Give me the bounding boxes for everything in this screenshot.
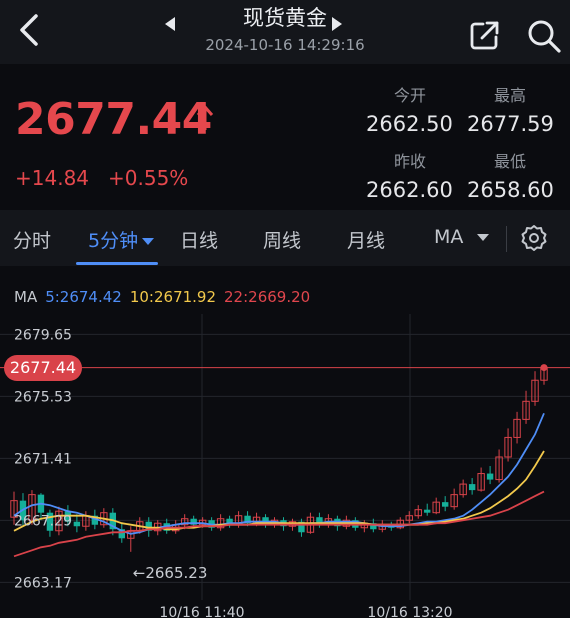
tab-5min[interactable]: 5分钟 [88, 226, 155, 253]
page-title: 现货黄金 [243, 6, 327, 30]
back-chevron-icon[interactable] [12, 10, 46, 50]
ma5-value: 5:2674.42 [45, 288, 122, 306]
settings-gear-icon[interactable] [520, 224, 548, 252]
current-price-tag: 2677.44 [4, 354, 82, 381]
high-value: 2677.59 [467, 112, 554, 136]
title-block: 现货黄金 2024-10-16 14:29:16 [150, 4, 420, 60]
share-icon[interactable] [468, 18, 502, 52]
tab-5min-label: 5分钟 [88, 230, 139, 252]
tab-timeshare[interactable]: 分时 [13, 226, 51, 253]
tab-monthly[interactable]: 月线 [347, 226, 385, 253]
up-arrow-icon [196, 105, 214, 130]
ma10-value: 10:2671.92 [129, 288, 217, 306]
candle-body [468, 484, 476, 491]
y-axis-label: 2667.29 [14, 513, 72, 529]
candle-body [73, 521, 81, 527]
x-axis-label: 10/16 11:40 [159, 605, 244, 618]
candle-body [486, 473, 494, 480]
y-axis-label: 2679.65 [14, 327, 72, 343]
top-bar: 现货黄金 2024-10-16 14:29:16 [0, 0, 570, 64]
tab-ma[interactable]: MA [434, 226, 490, 248]
period-tabs: 分时 5分钟 日线 周线 月线 MA [0, 210, 570, 266]
tab-divider [506, 226, 507, 252]
last-price: 2677.44 [15, 94, 212, 145]
low-value: 2658.60 [467, 178, 554, 202]
y-axis-label: 2675.53 [14, 389, 72, 405]
low-price-marker: ←2665.23 [133, 564, 208, 582]
low-label: 最低 [494, 152, 527, 171]
open-value: 2662.50 [366, 112, 453, 136]
y-axis-label: 2671.41 [14, 451, 72, 467]
prev-triangle-icon[interactable] [163, 16, 177, 32]
ma-legend: MA 5:2674.42 10:2671.92 22:2669.20 [14, 288, 318, 306]
open-label: 今开 [394, 86, 427, 105]
x-axis-label: 10/16 13:20 [367, 605, 452, 618]
dropdown-caret-icon [477, 234, 490, 241]
ma-legend-label: MA [14, 288, 38, 306]
tab-ma-label: MA [434, 226, 464, 248]
tab-weekly[interactable]: 周线 [263, 226, 301, 253]
search-icon[interactable] [526, 18, 562, 54]
y-axis-label: 2663.17 [14, 575, 72, 591]
price-change: +14.84 [15, 166, 90, 190]
quote-panel: 2677.44 +14.84 +0.55% 今开 最高 2662.50 2677… [0, 64, 570, 210]
prev-close-label: 昨收 [394, 152, 427, 171]
ma22-value: 22:2669.20 [224, 288, 311, 306]
tab-daily[interactable]: 日线 [180, 226, 218, 253]
candle-body [441, 502, 449, 507]
next-triangle-icon[interactable] [330, 16, 344, 32]
candlestick-chart[interactable]: 2679.65 2675.53 2671.41 2667.29 2663.17 ←2665… [0, 266, 570, 618]
active-tab-indicator [76, 262, 158, 265]
candle-body [424, 509, 431, 513]
current-price-dot [540, 364, 548, 372]
price-change-percent: +0.55% [108, 166, 189, 190]
quote-datetime: 2024-10-16 14:29:16 [205, 36, 365, 54]
dropdown-caret-icon [142, 238, 155, 245]
prev-close-value: 2662.60 [366, 178, 453, 202]
high-label: 最高 [494, 86, 527, 105]
